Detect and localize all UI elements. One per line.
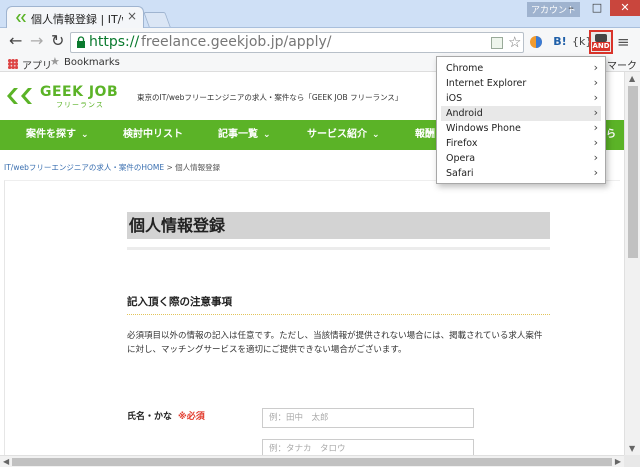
chevron-right-icon: › [593, 76, 598, 89]
geekjob-logo-icon[interactable] [6, 86, 36, 106]
window-titlebar: 個人情報登録 | IT/webフ × アカウント – □ ✕ [0, 0, 640, 29]
chevron-right-icon: › [593, 106, 598, 119]
extension-colorful-icon[interactable] [528, 33, 544, 51]
nav-reward[interactable]: 報酬 [415, 120, 435, 150]
page-title: 個人情報登録 [127, 212, 550, 239]
back-arrow-icon[interactable]: ← [9, 33, 22, 49]
scroll-down-icon[interactable]: ▼ [629, 444, 635, 453]
browser-toolbar: ← → ↻ https:// freelance.geekjob.jp/appl… [0, 28, 640, 56]
user-agent-switcher-icon[interactable]: AND [589, 30, 613, 54]
chevron-down-icon: ⌄ [81, 130, 89, 140]
forward-arrow-icon[interactable]: → [30, 33, 43, 49]
nav-services[interactable]: サービス紹介 ⌄ [307, 120, 380, 150]
ua-option-windows-phone[interactable]: Windows Phone › [441, 121, 601, 136]
chevron-down-icon: ⌄ [263, 130, 271, 140]
ua-option-ios[interactable]: iOS › [441, 91, 601, 106]
chevron-right-icon: › [593, 166, 598, 179]
chevron-right-icon: › [593, 136, 598, 149]
ua-option-android[interactable]: Android › [441, 106, 601, 121]
nav-more[interactable]: ら [606, 120, 616, 150]
name-field-label: 氏名・かな ※必須 [127, 412, 205, 422]
bookmarks-folder[interactable]: Bookmarks [64, 57, 120, 68]
tab-title: 個人情報登録 | IT/webフ [31, 13, 123, 26]
nav-consider-list[interactable]: 検討中リスト [123, 120, 183, 150]
scroll-left-icon[interactable]: ◀ [3, 457, 9, 466]
tab-close-icon[interactable]: × [127, 9, 137, 23]
vertical-scroll-thumb[interactable] [628, 86, 638, 258]
vertical-scrollbar[interactable]: ▲ ▼ [624, 72, 640, 455]
ua-option-internet-explorer[interactable]: Internet Explorer › [441, 76, 601, 91]
address-bar[interactable]: https:// freelance.geekjob.jp/apply/ ☆ [70, 32, 524, 53]
ua-option-opera[interactable]: Opera › [441, 151, 601, 166]
scroll-right-icon[interactable]: ▶ [615, 457, 621, 466]
new-tab-button[interactable] [143, 12, 171, 27]
hatena-bookmark-icon[interactable]: B! [552, 33, 568, 51]
site-favicon-icon [16, 14, 26, 22]
extension-k-icon[interactable]: {k} [572, 33, 592, 51]
kana-input[interactable] [262, 439, 474, 455]
breadcrumb-current: 個人情報登録 [175, 163, 221, 172]
horizontal-scroll-thumb[interactable] [12, 458, 612, 466]
apps-link[interactable]: アプリ [22, 57, 52, 72]
site-tagline: 東京のIT/webフリーエンジニアの求人・案件なら「GEEK JOB フリーラン… [137, 93, 403, 102]
name-input[interactable] [262, 408, 474, 428]
lock-icon [77, 36, 85, 48]
nav-articles[interactable]: 記事一覧 ⌄ [218, 120, 271, 150]
other-bookmarks[interactable]: マーク [607, 57, 637, 72]
logo-subtitle: フリーランス [56, 101, 104, 109]
chevron-right-icon: › [593, 91, 598, 104]
logo-text[interactable]: GEEK JOB [40, 84, 118, 100]
maximize-icon[interactable]: □ [584, 0, 610, 16]
bookmarks-star-icon: ★ [50, 55, 60, 68]
required-badge: ※必須 [178, 412, 205, 422]
chrome-menu-icon[interactable]: ≡ [617, 33, 630, 51]
ua-badge: AND [592, 42, 610, 51]
notice-text: 必須項目以外の情報の記入は任意です。ただし、当該情報が提供されない場合には、掲載… [127, 331, 543, 355]
chevron-right-icon: › [593, 151, 598, 164]
breadcrumb: IT/webフリーエンジニアの求人・案件のHOME > 個人情報登録 [4, 162, 220, 173]
browser-tab[interactable]: 個人情報登録 | IT/webフ × [6, 6, 144, 29]
horizontal-scrollbar[interactable]: ◀ ▶ [0, 455, 624, 467]
close-window-icon[interactable]: ✕ [610, 0, 640, 16]
user-agent-dropdown: Chrome › Internet Explorer › iOS › Android ›… [436, 56, 606, 184]
url-path: freelance.geekjob.jp/apply/ [141, 34, 332, 50]
scrollbar-corner [624, 455, 640, 467]
url-scheme: https:// [89, 34, 140, 50]
nav-find-jobs[interactable]: 案件を探す ⌄ [26, 120, 89, 150]
scroll-up-icon[interactable]: ▲ [629, 74, 635, 83]
bookmark-star-icon[interactable]: ☆ [508, 33, 521, 51]
minimize-icon[interactable]: – [558, 0, 584, 16]
ua-option-chrome[interactable]: Chrome › [441, 61, 601, 76]
chevron-down-icon: ⌄ [372, 130, 380, 140]
apps-grid-icon[interactable] [8, 59, 18, 69]
section-divider [127, 314, 550, 315]
chevron-right-icon: › [593, 61, 598, 74]
ua-option-safari[interactable]: Safari › [441, 166, 601, 181]
page-action-icon[interactable] [491, 37, 503, 49]
notice-heading: 記入頂く際の注意事項 [127, 296, 232, 308]
car-icon [595, 34, 607, 42]
breadcrumb-separator: > [166, 163, 173, 172]
chevron-right-icon: › [593, 121, 598, 134]
breadcrumb-home-link[interactable]: IT/webフリーエンジニアの求人・案件のHOME [4, 163, 164, 172]
ua-option-firefox[interactable]: Firefox › [441, 136, 601, 151]
reload-icon[interactable]: ↻ [51, 33, 64, 49]
title-divider [127, 247, 550, 250]
